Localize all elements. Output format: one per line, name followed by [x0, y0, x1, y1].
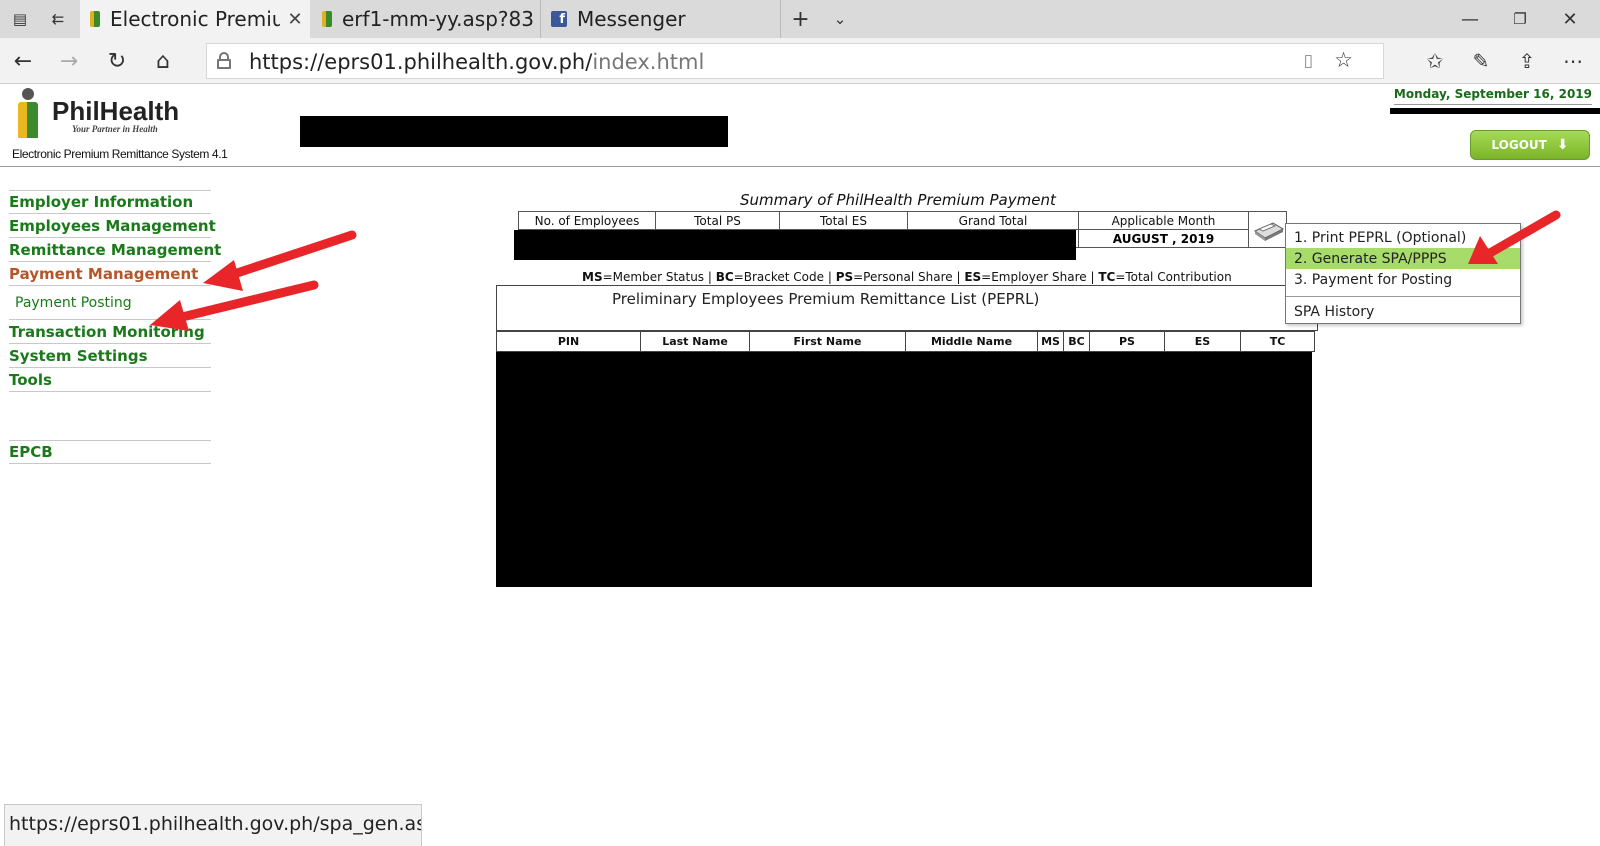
tab-bar: ▤ ⇇ Electronic Premiu ✕ erf1-mm-yy.asp?8… [0, 0, 1600, 38]
tab-preview-chevron-icon[interactable]: ⌄ [820, 0, 860, 38]
home-icon[interactable]: ⌂ [140, 38, 186, 84]
sidebar-item-system-settings[interactable]: System Settings [9, 344, 211, 368]
system-title: Electronic Premium Remittance System 4.1 [12, 147, 228, 161]
sidebar-item-payment-management[interactable]: Payment Management [9, 262, 211, 286]
refresh-icon[interactable]: ↻ [94, 38, 140, 84]
browser-window: ▤ ⇇ Electronic Premiu ✕ erf1-mm-yy.asp?8… [0, 0, 1600, 846]
col-ps: PS [1089, 331, 1165, 352]
tab-label: erf1-mm-yy.asp?83 [342, 7, 534, 31]
more-options-icon[interactable]: ⋯ [1550, 38, 1596, 84]
tab-label: Messenger [577, 7, 686, 31]
logout-button[interactable]: LOGOUT ⬇ [1470, 130, 1590, 160]
peprl-panel: Preliminary Employees Premium Remittance… [496, 285, 1318, 331]
logout-arrow-icon: ⬇ [1556, 137, 1569, 153]
restore-icon[interactable]: ❐ [1498, 0, 1542, 38]
lock-icon [217, 52, 231, 70]
page-content: PhilHealth Your Partner in Health Electr… [0, 84, 1600, 846]
status-link-url: https://eprs01.philhealth.gov.ph/spa_gen… [9, 813, 422, 835]
philhealth-logo: PhilHealth Your Partner in Health [14, 86, 204, 140]
sidebar-menu-secondary: EPCB [9, 440, 211, 464]
url-text: https://eprs01.philhealth.gov.ph/index.h… [249, 50, 705, 74]
column-legend: MS=Member Status | BC=Bracket Code | PS=… [582, 270, 1232, 284]
minimize-icon[interactable]: — [1448, 0, 1492, 38]
col-bc: BC [1063, 331, 1090, 352]
close-tab-icon[interactable]: ✕ [280, 9, 310, 30]
sidebar-item-payment-posting[interactable]: Payment Posting [9, 286, 211, 320]
applicable-month-value: AUGUST , 2019 [1078, 229, 1249, 248]
share-icon[interactable]: ⇪ [1504, 38, 1550, 84]
new-tab-icon[interactable]: + [780, 0, 820, 38]
col-first-name: First Name [749, 331, 906, 352]
status-bar: https://eprs01.philhealth.gov.ph/spa_gen… [4, 804, 422, 846]
header-divider [0, 166, 1600, 167]
payment-options-menu: 1. Print PEPRL (Optional) 2. Generate SP… [1285, 223, 1521, 324]
web-note-icon[interactable]: ✎ [1458, 38, 1504, 84]
peprl-title: Preliminary Employees Premium Remittance… [612, 290, 1040, 308]
menu-item-spa-history[interactable]: SPA History [1286, 301, 1520, 322]
sidebar-item-remittance-management[interactable]: Remittance Management [9, 238, 221, 262]
menu-separator [1286, 296, 1520, 297]
sidebar-menu: Employer Information Employees Managemen… [9, 190, 221, 392]
col-total-es: Total ES [779, 211, 908, 230]
philhealth-favicon-icon [322, 11, 332, 27]
redacted-employee-rows [496, 352, 1312, 587]
redacted-welcome-user [1390, 108, 1600, 114]
tab-electronic-premium[interactable]: Electronic Premiu ✕ [80, 0, 310, 38]
col-applicable-month: Applicable Month [1078, 211, 1249, 230]
current-date: Monday, September 16, 2019 [1393, 87, 1592, 105]
philhealth-favicon-icon [90, 11, 100, 27]
col-last-name: Last Name [640, 331, 750, 352]
redacted-employer-name [300, 116, 728, 147]
sidebar-item-employer-information[interactable]: Employer Information [9, 190, 211, 214]
summary-title: Summary of PhilHealth Premium Payment [740, 191, 1056, 209]
print-options-icon[interactable] [1248, 211, 1287, 248]
tab-messenger[interactable]: f Messenger [540, 0, 770, 38]
menu-item-payment-for-posting[interactable]: 3. Payment for Posting [1286, 269, 1520, 290]
favorite-star-icon[interactable]: ☆ [1334, 48, 1353, 72]
menu-item-print-peprl[interactable]: 1. Print PEPRL (Optional) [1286, 227, 1520, 248]
col-tc: TC [1240, 331, 1315, 352]
col-grand-total: Grand Total [907, 211, 1079, 230]
tab-erf1[interactable]: erf1-mm-yy.asp?83 [312, 0, 538, 38]
facebook-favicon-icon: f [551, 11, 567, 27]
reading-view-icon[interactable]: ▯ [1304, 51, 1313, 71]
sidebar-item-transaction-monitoring[interactable]: Transaction Monitoring [9, 320, 211, 344]
forward-icon[interactable]: → [46, 38, 92, 84]
close-window-icon[interactable]: ✕ [1548, 0, 1592, 38]
address-bar-row: ← → ↻ ⌂ https://eprs01.philhealth.gov.ph… [0, 38, 1600, 84]
peprl-table-header: PIN Last Name First Name Middle Name MS … [496, 331, 1315, 352]
redacted-summary-values [514, 230, 1076, 260]
col-no-employees: No. of Employees [518, 211, 656, 230]
col-total-ps: Total PS [655, 211, 780, 230]
sidebar-item-epcb[interactable]: EPCB [9, 440, 211, 464]
col-es: ES [1164, 331, 1241, 352]
address-bar[interactable]: https://eprs01.philhealth.gov.ph/index.h… [206, 43, 1384, 79]
tab-label: Electronic Premiu [110, 7, 280, 31]
set-aside-tabs-icon[interactable]: ⇇ [42, 0, 74, 38]
menu-item-generate-spa[interactable]: 2. Generate SPA/PPPS [1286, 248, 1520, 269]
col-pin: PIN [496, 331, 641, 352]
sidebar-item-employees-management[interactable]: Employees Management [9, 214, 216, 238]
favorites-hub-icon[interactable]: ✩ [1412, 38, 1458, 84]
tab-actions-icon[interactable]: ▤ [4, 0, 36, 38]
col-ms: MS [1037, 331, 1064, 352]
sidebar-item-tools[interactable]: Tools [9, 368, 211, 392]
back-icon[interactable]: ← [0, 38, 46, 84]
col-middle-name: Middle Name [905, 331, 1038, 352]
